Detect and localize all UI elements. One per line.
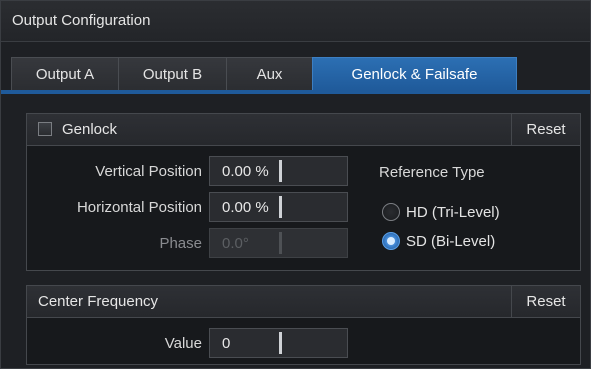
genlock-header: Genlock Reset (27, 114, 580, 146)
center-frequency-value: 0 (222, 335, 231, 352)
radio-sd-label: SD (Bi-Level) (406, 232, 496, 250)
radio-hd-label: HD (Tri-Level) (406, 203, 500, 221)
tab-underline (1, 90, 590, 94)
phase-slider-thumb (279, 232, 282, 254)
tab-bar: Output A Output B Aux Genlock & Failsafe (11, 57, 517, 91)
tab-genlock-failsafe[interactable]: Genlock & Failsafe (312, 57, 517, 91)
genlock-label: Genlock (62, 121, 118, 138)
center-frequency-panel: Center Frequency Reset Value 0 (26, 285, 581, 365)
vertical-position-value: 0.00 % (222, 163, 269, 180)
center-frequency-reset-button[interactable]: Reset (511, 286, 580, 317)
horizontal-position-field[interactable]: 0.00 % (209, 192, 348, 222)
horizontal-position-slider-thumb[interactable] (279, 196, 282, 218)
phase-field: 0.0° (209, 228, 348, 258)
tab-output-b[interactable]: Output B (118, 57, 227, 91)
phase-label: Phase (159, 235, 202, 252)
reference-type-label: Reference Type (379, 164, 485, 181)
radio-hd-indicator[interactable] (382, 203, 400, 221)
horizontal-position-label: Horizontal Position (76, 199, 202, 216)
title-bar: Output Configuration (1, 1, 590, 42)
genlock-panel: Genlock Reset Vertical Position 0.00 % H… (26, 113, 581, 271)
center-frequency-slider-thumb[interactable] (279, 332, 282, 354)
tab-output-a[interactable]: Output A (11, 57, 119, 91)
radio-sd-indicator[interactable] (382, 232, 400, 250)
center-frequency-header: Center Frequency Reset (27, 286, 580, 318)
genlock-reset-button[interactable]: Reset (511, 114, 580, 145)
vertical-position-label: Vertical Position (95, 163, 202, 180)
genlock-checkbox[interactable] (38, 122, 52, 136)
vertical-position-slider-thumb[interactable] (279, 160, 282, 182)
tab-aux[interactable]: Aux (226, 57, 313, 91)
phase-value: 0.0° (222, 235, 249, 252)
radio-sd-bi-level[interactable]: SD (Bi-Level) (382, 230, 495, 252)
center-frequency-label: Center Frequency (38, 293, 159, 310)
horizontal-position-value: 0.00 % (222, 199, 269, 216)
value-label: Value (164, 335, 202, 352)
window-title: Output Configuration (12, 12, 151, 29)
center-frequency-value-field[interactable]: 0 (209, 328, 348, 358)
vertical-position-field[interactable]: 0.00 % (209, 156, 348, 186)
radio-hd-tri-level[interactable]: HD (Tri-Level) (382, 201, 500, 223)
output-configuration-window: Output Configuration Output A Output B A… (0, 0, 591, 369)
